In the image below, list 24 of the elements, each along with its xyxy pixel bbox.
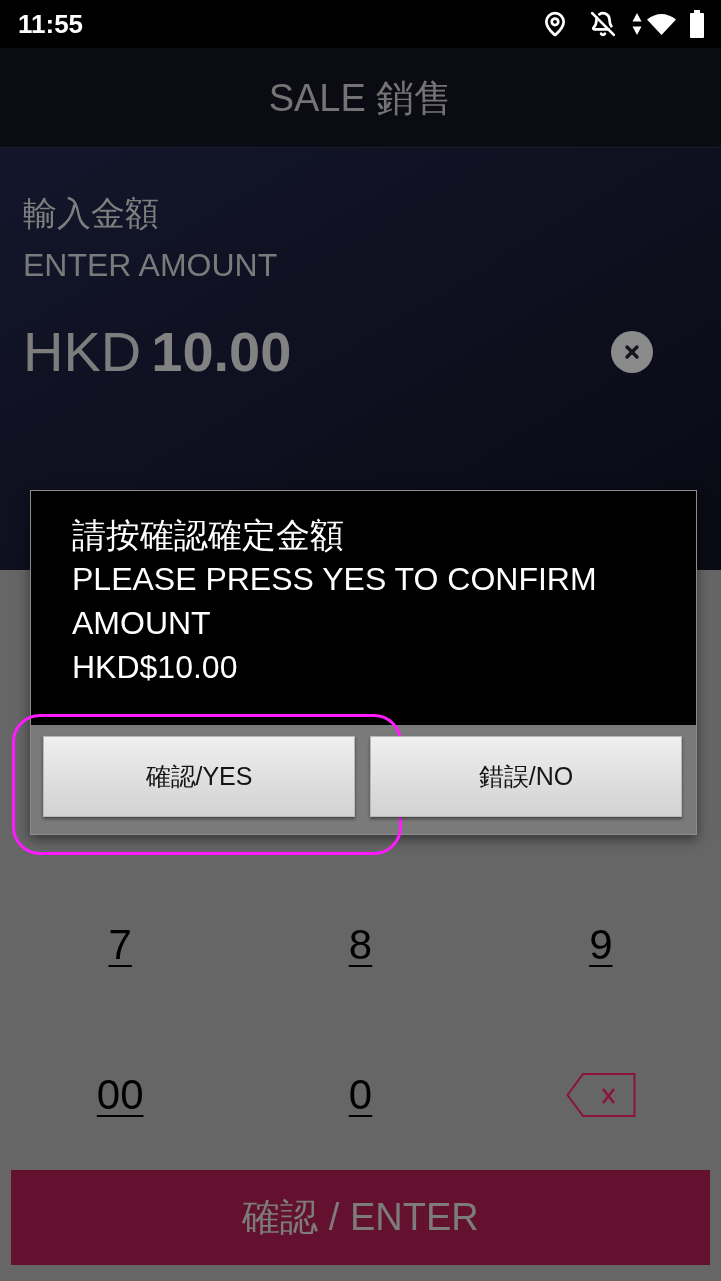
dialog-message: PLEASE PRESS YES TO CONFIRM AMOUNT — [72, 560, 598, 643]
dialog-title: 請按確認確定金額 — [72, 515, 344, 556]
keypad-key[interactable]: 00 — [96, 1074, 144, 1116]
keypad-key[interactable]: 0 — [348, 1074, 373, 1116]
amount-value: 10.00 — [151, 319, 292, 385]
bell-off-icon — [590, 11, 616, 37]
keypad-key[interactable]: 7 — [108, 924, 132, 966]
close-icon[interactable] — [622, 342, 642, 362]
dialog-amount: HKD$10.00 — [72, 648, 238, 687]
keypad-key[interactable]: 8 — [348, 924, 373, 966]
clock-time: 11:55 — [18, 11, 84, 37]
keypad-key[interactable]: 9 — [589, 924, 613, 966]
location-pin-icon — [542, 11, 568, 37]
wifi-icon — [647, 13, 676, 35]
dialog-button[interactable]: 錯誤/NO — [370, 736, 682, 817]
clear-button[interactable] — [611, 331, 653, 373]
enter-button[interactable]: 確認 / ENTER — [11, 1170, 710, 1265]
amount-label: 輸入金額 — [23, 193, 159, 233]
data-arrows-icon — [632, 12, 642, 36]
amount-label: ENTER AMOUNT — [23, 246, 278, 285]
dialog-button[interactable]: 確認/YES — [43, 736, 355, 817]
screen-title: SALE 銷售 — [268, 78, 453, 117]
currency-code: HKD — [23, 319, 142, 385]
battery-icon — [689, 10, 705, 38]
